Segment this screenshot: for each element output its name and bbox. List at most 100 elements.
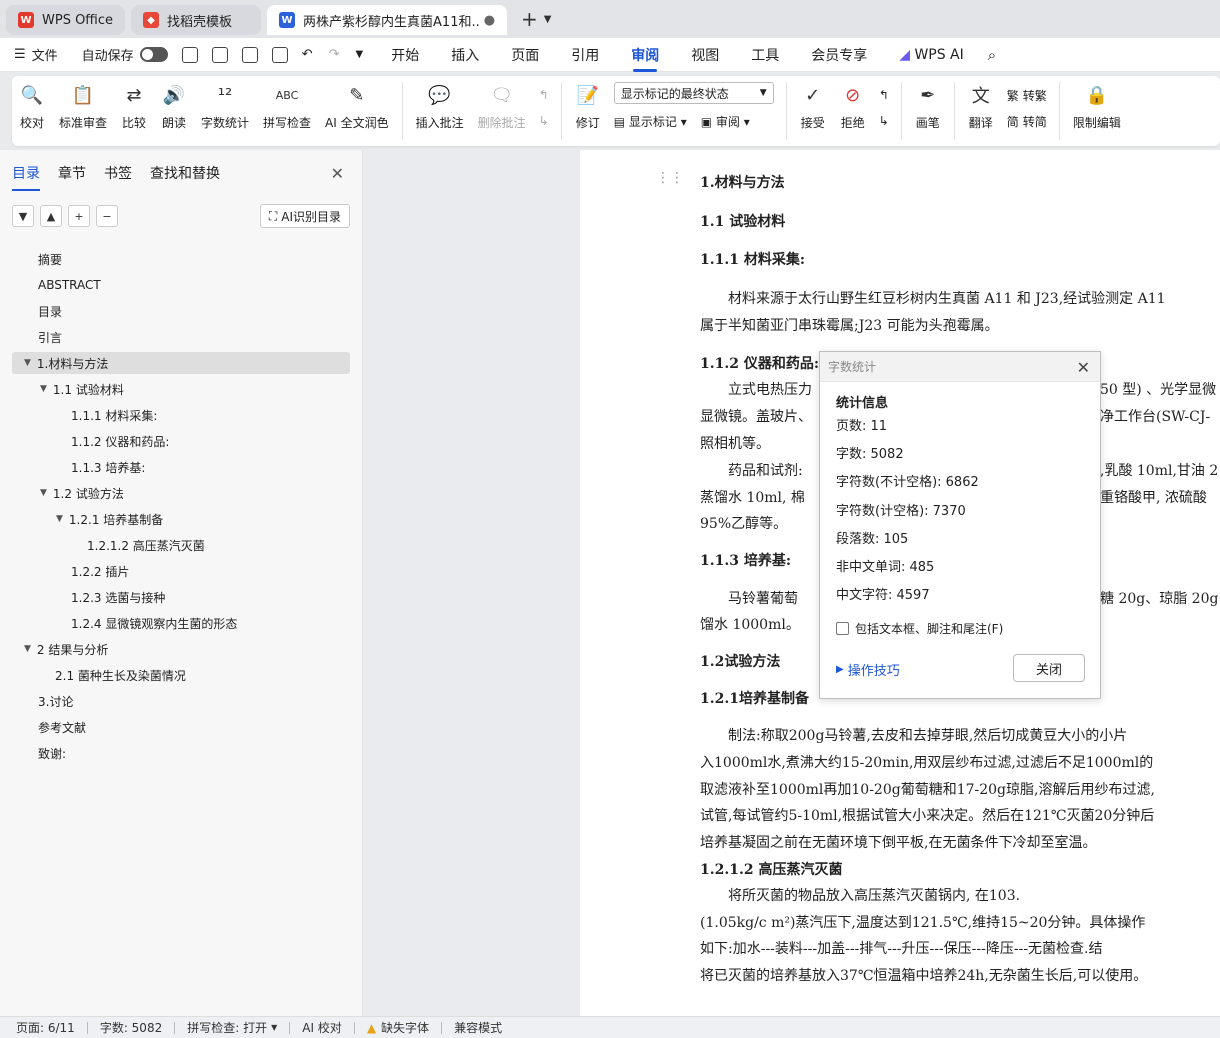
redo-icon[interactable]: ↷ [329,47,340,62]
add-tab-icon[interactable]: + [521,7,538,31]
print-preview-icon[interactable] [271,46,288,63]
navigation-pane: 目录 章节 书签 查找和替换 ✕ ▼ ▲ + − ⛶ AI识别目录 摘要 ABS… [0,150,363,1016]
translate-button[interactable]: 文翻译 [968,82,994,131]
close-button[interactable]: 关闭 [1013,654,1085,682]
show-markup-button[interactable]: ▤ 显示标记 ▾ [614,113,687,130]
delete-comment-button[interactable]: 🗨 删除批注 [478,82,526,131]
toc-item[interactable]: 参考文献 [38,716,86,738]
toc-item[interactable]: 1.1.2 仪器和药品: [71,430,169,452]
paragraph-line: 药品和试剂: [700,463,803,479]
toc-item[interactable]: 1.1.1 材料采集: [71,404,157,426]
word-count-button[interactable]: ¹² 字数统计 [201,82,249,131]
menu-tab-insert[interactable]: 插入 [451,45,479,65]
menu-tab-review[interactable]: 审阅 [631,45,659,72]
caret-down-icon[interactable]: ▼ [56,514,63,524]
toc-item[interactable]: 1.2.3 选菌与接种 [71,586,165,608]
more-chevron-icon[interactable]: ▼ [356,49,364,60]
nav-tab-chapters[interactable]: 章节 [58,163,86,183]
heading-3: 1.1.2 仪器和药品: [700,356,820,372]
dialog-title-bar[interactable]: 字数统计 [820,352,1100,382]
menu-tab-view[interactable]: 视图 [691,45,719,65]
collapse-up-icon[interactable]: ▲ [40,205,62,227]
menu-tab-tools[interactable]: 工具 [751,45,779,65]
autosave-toggle[interactable]: 自动保存 [82,45,168,64]
toc-item[interactable]: 引言 [38,326,62,348]
remove-level-icon[interactable]: − [96,205,118,227]
menu-tab-home[interactable]: 开始 [391,45,419,65]
review-pane-button[interactable]: ▣ 审阅 ▾ [701,113,750,130]
chevron-down-icon[interactable]: ▼ [544,14,552,25]
undo-icon[interactable]: ↶ [302,47,313,62]
word-count-indicator[interactable]: 字数: 5082 [100,1019,162,1036]
toc-item-selected[interactable]: ▼ 1.材料与方法 [12,352,350,374]
expand-down-icon[interactable]: ▼ [12,205,34,227]
toc-item[interactable]: 1.1.3 培养基: [71,456,145,478]
proofread-button[interactable]: 🔍 校对 [19,82,45,131]
menu-tab-reference[interactable]: 引用 [571,45,599,65]
toc-item[interactable]: 1.2.4 显微镜观察内生菌的形态 [71,612,237,634]
reject-button[interactable]: ⊘ 拒绝 [840,82,866,131]
insert-comment-button[interactable]: 💬 插入批注 [416,82,464,131]
page-indicator[interactable]: 页面: 6/11 [16,1019,75,1036]
next-change-icon[interactable]: ↳ [879,108,889,134]
toc-item[interactable]: 摘要 [38,248,62,270]
toc-item[interactable]: 致谢: [38,742,66,764]
toc-item[interactable]: 2.1 菌种生长及染菌情况 [55,664,186,686]
toc-item[interactable]: 目录 [38,300,62,322]
file-menu[interactable]: ☰ 文件 [14,45,58,64]
track-changes-button[interactable]: 📝 修订 [575,82,601,131]
accept-button[interactable]: ✓ 接受 [800,82,826,131]
caret-down-icon[interactable]: ▼ [24,358,31,368]
search-icon[interactable]: ⌕ [988,46,996,64]
drag-handle-icon[interactable]: ⋮⋮ [656,170,684,186]
menu-tab-member[interactable]: 会员专享 [811,45,867,65]
toc-item[interactable]: ABSTRACT [38,274,101,296]
toc-item[interactable]: 1.2.2 插片 [71,560,129,582]
print-icon[interactable] [241,46,258,63]
prev-change-icon[interactable]: ↰ [879,82,889,108]
to-simplified-button[interactable]: 简 转简 [1007,108,1047,134]
markup-select[interactable]: 显示标记的最终状态 ▼ [613,82,774,104]
toc-item[interactable]: ▼ 1.2.1 培养基制备 [56,508,163,530]
ribbon-divider [401,82,403,140]
ai-proofread-status[interactable]: AI 校对 [302,1019,342,1036]
toc-item[interactable]: ▼ 1.2 试验方法 [40,482,124,504]
ai-polish-button[interactable]: ✎ AI 全文润色 [325,82,389,131]
to-traditional-button[interactable]: 繁 转繁 [1007,82,1047,108]
standard-review-button[interactable]: 📋 标准审查 [59,82,107,131]
include-textbox-checkbox[interactable]: 包括文本框、脚注和尾注(F) [836,620,1003,637]
restrict-edit-button[interactable]: 🔒 限制编辑 [1073,82,1121,131]
tab-wps-office[interactable]: W WPS Office [6,5,126,35]
caret-down-icon[interactable]: ▼ [40,488,47,498]
save-icon[interactable] [181,46,198,63]
toc-item[interactable]: ▼ 1.1 试验材料 [40,378,124,400]
toc-item[interactable]: 1.2.1.2 高压蒸汽灭菌 [87,534,205,556]
nav-tab-bookmarks[interactable]: 书签 [104,163,132,183]
ai-toc-button[interactable]: ⛶ AI识别目录 [259,204,350,228]
read-aloud-button[interactable]: 🔊 朗读 [161,82,187,131]
close-icon[interactable]: ✕ [1077,358,1090,377]
menu-tab-wps-ai[interactable]: ◢ WPS AI [899,47,964,63]
tab-docer[interactable]: ◆ 找稻壳模板 [131,5,262,35]
spell-check-status[interactable]: 拼写检查: 打开 ▼ [187,1019,277,1036]
add-level-icon[interactable]: + [68,205,90,227]
stat-non-chinese-words: 非中文单词: 485 [836,560,935,575]
close-icon[interactable]: ✕ [331,164,344,183]
nav-tab-find-replace[interactable]: 查找和替换 [150,163,220,183]
export-icon[interactable] [211,46,228,63]
tab-document[interactable]: W 两株产紫杉醇内生真菌A11和.. ● [267,5,508,35]
caret-down-icon[interactable]: ▼ [40,384,47,394]
missing-font-status[interactable]: ▲ 缺失字体 [367,1019,429,1036]
prev-comment-icon[interactable]: ↰ [539,82,549,108]
caret-down-icon[interactable]: ▼ [24,644,31,654]
next-comment-icon[interactable]: ↳ [539,108,549,134]
tips-link[interactable]: ▶ 操作技巧 [836,660,900,679]
toc-item[interactable]: ▼ 2 结果与分析 [24,638,108,660]
pen-button[interactable]: ✒ 画笔 [915,82,941,131]
compare-button[interactable]: ⇄ 比较 [121,82,147,131]
toc-item[interactable]: 3.讨论 [38,690,73,712]
menu-tab-page[interactable]: 页面 [511,45,539,65]
spell-check-button[interactable]: ABC 拼写检查 [263,82,311,131]
nav-tab-toc[interactable]: 目录 [12,163,40,191]
paragraph-line: 属于半知菌亚门串珠霉属;J23 可能为头孢霉属。 [700,318,999,334]
